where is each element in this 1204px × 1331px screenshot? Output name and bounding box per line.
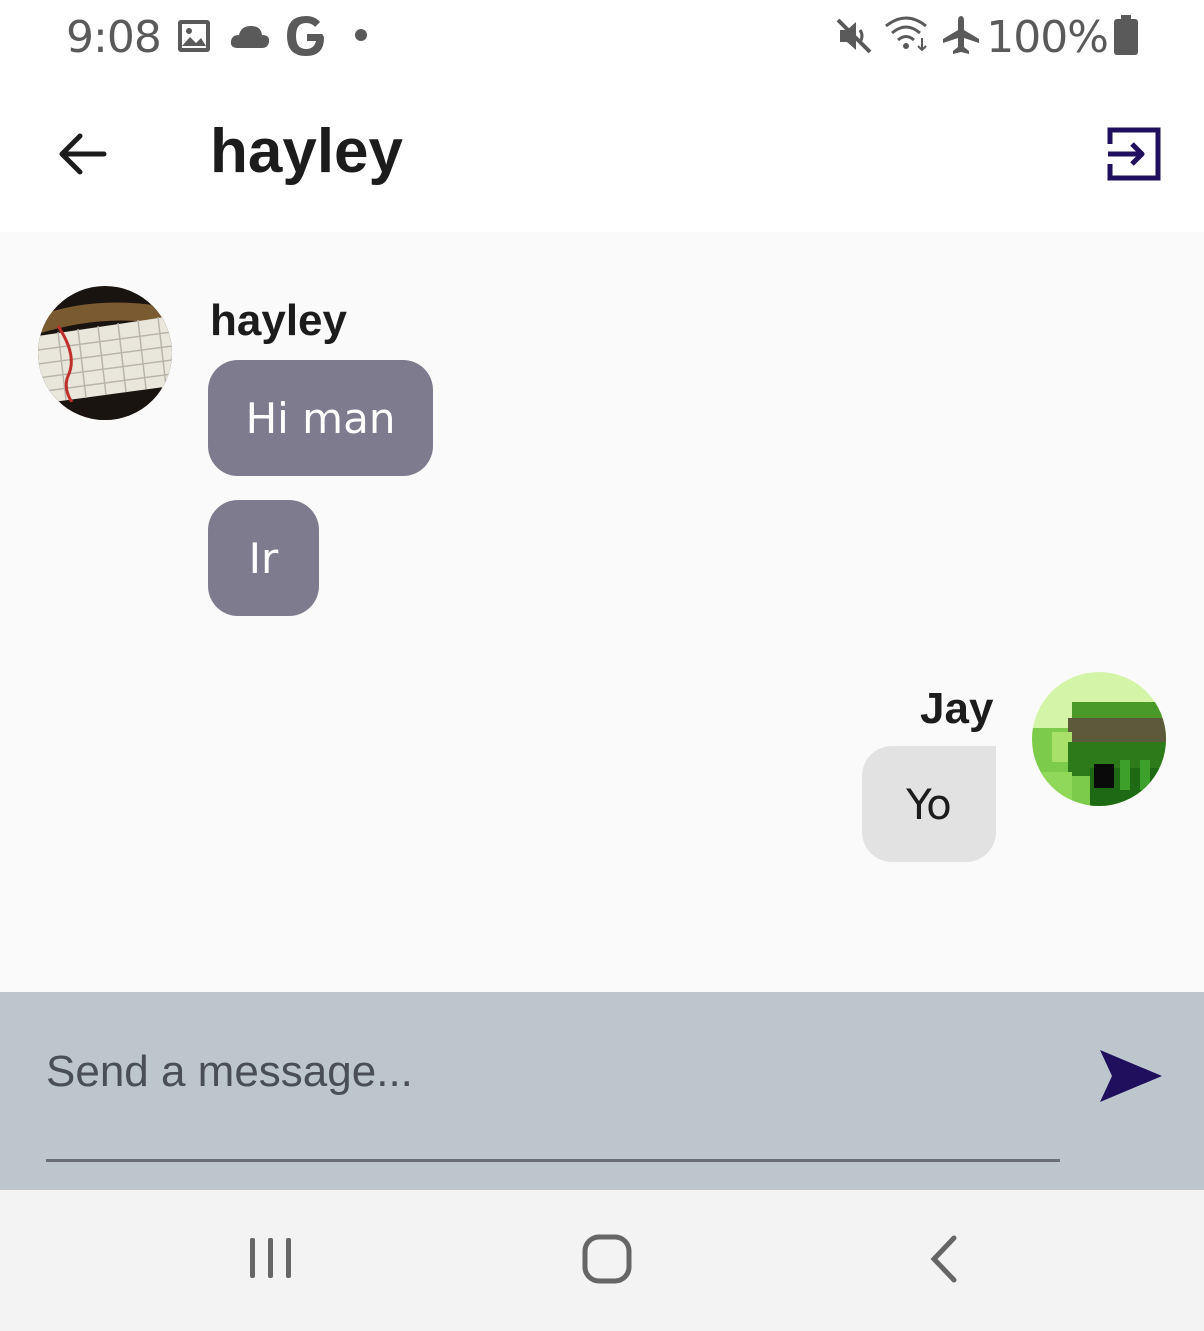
message-bubble-incoming[interactable]: Hi man <box>208 360 433 476</box>
message-bubble-outgoing[interactable]: Yo <box>862 746 996 862</box>
status-time: 9:08 <box>66 12 162 63</box>
system-nav-bar <box>0 1190 1204 1331</box>
message-text: Ir <box>248 533 279 583</box>
home-icon[interactable] <box>582 1234 632 1284</box>
dot-icon <box>355 29 367 41</box>
sender-name-outgoing: Jay <box>920 684 994 733</box>
cloud-icon <box>230 26 270 48</box>
sender-name-incoming: hayley <box>210 296 347 345</box>
mute-icon <box>836 18 872 54</box>
battery-percent: 100% <box>986 12 1109 63</box>
message-bubble-incoming[interactable]: Ir <box>208 500 319 616</box>
message-text: Yo <box>906 779 952 829</box>
message-text: Hi man <box>245 393 396 443</box>
message-composer <box>0 992 1204 1190</box>
avatar-jay[interactable] <box>1032 672 1166 806</box>
status-bar: 9:08 100% <box>0 0 1204 76</box>
message-list[interactable]: hayley Hi man Ir Jay Yo <box>0 232 1204 992</box>
google-icon <box>287 16 324 56</box>
arrow-left-icon[interactable] <box>50 122 114 186</box>
send-icon[interactable] <box>1098 1048 1164 1104</box>
keyboard-avatar-image <box>38 286 172 420</box>
exit-to-app-icon[interactable] <box>1104 124 1164 184</box>
message-input[interactable] <box>46 1032 1060 1112</box>
wifi-icon <box>885 16 927 52</box>
input-underline <box>46 1159 1060 1162</box>
back-icon[interactable] <box>926 1234 960 1284</box>
app-bar: hayley <box>0 76 1204 232</box>
gallery-icon <box>178 20 210 52</box>
pixel-avatar-image <box>1032 672 1166 806</box>
airplane-icon <box>943 16 979 54</box>
page-title: hayley <box>210 117 404 186</box>
avatar-hayley[interactable] <box>38 286 172 420</box>
recent-apps-icon[interactable] <box>248 1234 294 1282</box>
battery-icon <box>1114 15 1138 55</box>
